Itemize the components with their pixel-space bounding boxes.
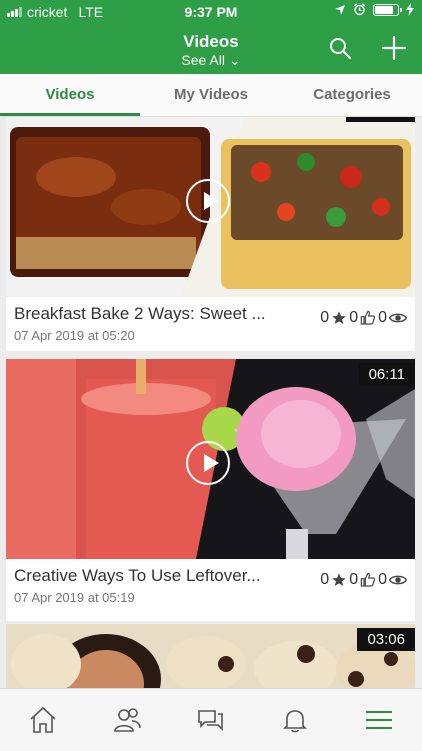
video-feed[interactable]: Breakfast Bake 2 Ways: Sweet ... 07 Apr …: [0, 117, 422, 688]
top-bar: cricket LTE 9:37 PM Videos See All ⌄: [0, 0, 422, 74]
video-duration: 06:11: [358, 363, 415, 386]
home-icon[interactable]: [28, 705, 58, 735]
video-duration: 03:06: [357, 628, 415, 651]
video-thumbnail[interactable]: 03:06: [6, 624, 415, 688]
tab-categories[interactable]: Categories: [282, 74, 422, 116]
see-all-dropdown[interactable]: See All ⌄: [0, 52, 422, 69]
thumbnail-image: [6, 624, 415, 688]
bottom-nav: [0, 688, 422, 751]
battery-icon: [373, 3, 402, 16]
video-thumbnail[interactable]: 06:11: [6, 359, 415, 559]
video-thumbnail[interactable]: [6, 117, 415, 297]
thumbs-up-icon: [360, 310, 376, 325]
play-icon[interactable]: [186, 441, 230, 485]
video-meta: Breakfast Bake 2 Ways: Sweet ... 07 Apr …: [6, 297, 415, 359]
alarm-icon: [353, 3, 366, 16]
status-bar: cricket LTE 9:37 PM: [0, 0, 422, 24]
chat-icon[interactable]: [196, 705, 226, 735]
tab-my-videos[interactable]: My Videos: [141, 74, 281, 116]
users-icon[interactable]: [112, 705, 142, 735]
tab-bar: Videos My Videos Categories: [0, 74, 422, 117]
video-meta: Creative Ways To Use Leftover... 07 Apr …: [6, 559, 415, 621]
video-title[interactable]: Breakfast Bake 2 Ways: Sweet ...: [14, 304, 299, 324]
video-date: 07 Apr 2019 at 05:19: [14, 590, 135, 605]
star-icon: [332, 311, 346, 324]
likes-count: 0: [349, 309, 359, 326]
likes-count: 0: [349, 571, 359, 588]
eye-icon: [389, 575, 407, 585]
video-card[interactable]: 06:11 Creative Ways To Use Leftover... 0…: [6, 359, 415, 621]
star-icon: [332, 573, 346, 586]
video-stats: 0 0 0: [320, 309, 407, 327]
add-icon[interactable]: [381, 35, 407, 61]
search-icon[interactable]: [328, 36, 352, 60]
location-icon: [335, 4, 345, 15]
views-count: 0: [378, 571, 387, 588]
ratings-count: 0: [320, 571, 330, 588]
tab-videos[interactable]: Videos: [0, 74, 140, 116]
video-card[interactable]: 03:06: [6, 624, 415, 688]
bell-icon[interactable]: [280, 705, 310, 735]
views-count: 0: [378, 309, 387, 326]
video-card[interactable]: Breakfast Bake 2 Ways: Sweet ... 07 Apr …: [6, 117, 415, 351]
menu-icon[interactable]: [364, 705, 394, 735]
video-stats: 0 0 0: [320, 571, 407, 589]
app-header: Videos See All ⌄: [0, 26, 422, 72]
charging-icon: [406, 3, 414, 16]
ratings-count: 0: [320, 309, 330, 326]
play-icon[interactable]: [186, 179, 230, 223]
eye-icon: [389, 313, 407, 323]
thumbs-up-icon: [360, 572, 376, 587]
video-title[interactable]: Creative Ways To Use Leftover...: [14, 566, 299, 586]
page-title: Videos: [183, 32, 239, 51]
video-date: 07 Apr 2019 at 05:20: [14, 328, 135, 343]
